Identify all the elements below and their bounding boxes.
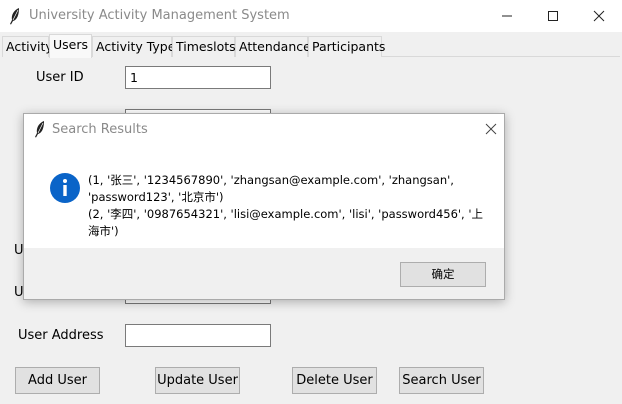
dialog-close-button[interactable] bbox=[480, 118, 502, 140]
dialog-message: (1, '张三', '1234567890', 'zhangsan@exampl… bbox=[88, 172, 493, 240]
user-id-label: User ID bbox=[36, 70, 84, 85]
search-user-button[interactable]: Search User bbox=[399, 367, 484, 394]
close-window-button[interactable] bbox=[576, 0, 622, 32]
dialog-footer: 确定 bbox=[24, 248, 504, 299]
delete-user-button[interactable]: Delete User bbox=[292, 367, 377, 394]
tab-attendance[interactable]: Attendance bbox=[235, 36, 311, 57]
info-icon bbox=[49, 172, 81, 204]
feather-icon bbox=[34, 120, 46, 138]
tab-timeslots[interactable]: Timeslots bbox=[172, 36, 236, 57]
user-id-input[interactable]: 1 bbox=[125, 66, 271, 89]
user-address-input[interactable] bbox=[125, 324, 271, 347]
search-results-dialog: Search Results (1, '张三', '1234567890', '… bbox=[23, 113, 505, 300]
tab-participants[interactable]: Participants bbox=[308, 36, 385, 57]
tab-activity[interactable]: Activity bbox=[2, 36, 53, 57]
minimize-icon bbox=[502, 15, 512, 17]
user-address-label: User Address bbox=[18, 328, 104, 343]
result-line: 'password123', '北京市') bbox=[88, 190, 224, 204]
result-line: (2, '李四', '0987654321', 'lisi@example.co… bbox=[88, 207, 484, 238]
maximize-button[interactable] bbox=[530, 0, 576, 32]
ok-button[interactable]: 确定 bbox=[400, 262, 486, 287]
window-title: University Activity Management System bbox=[29, 8, 290, 23]
add-user-button[interactable]: Add User bbox=[15, 367, 100, 394]
tab-users[interactable]: Users bbox=[49, 34, 92, 58]
close-icon bbox=[485, 123, 497, 135]
maximize-icon bbox=[548, 11, 558, 21]
tab-activity-type[interactable]: Activity Type bbox=[92, 36, 175, 57]
close-icon bbox=[593, 10, 605, 22]
result-line: (1, '张三', '1234567890', 'zhangsan@exampl… bbox=[88, 173, 454, 187]
feather-icon bbox=[9, 7, 21, 25]
update-user-button[interactable]: Update User bbox=[155, 367, 240, 394]
dialog-title: Search Results bbox=[52, 122, 148, 137]
minimize-button[interactable] bbox=[484, 0, 530, 32]
window-titlebar: University Activity Management System bbox=[0, 0, 622, 32]
